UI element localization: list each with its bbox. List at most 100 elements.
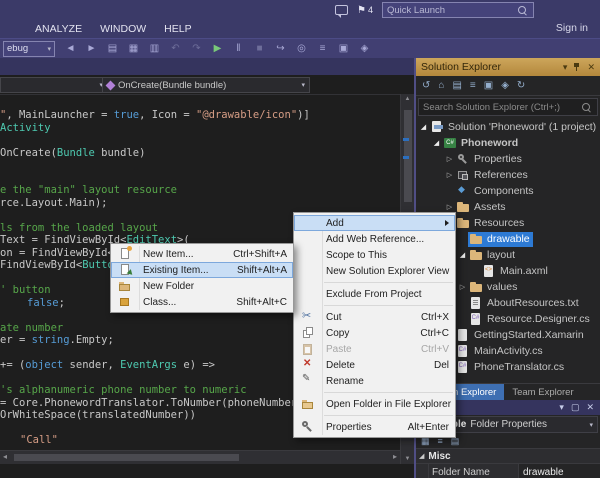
menu-item-delete[interactable]: DeleteDel (294, 357, 455, 373)
sign-in-link[interactable]: Sign in (556, 22, 588, 34)
tree-item-references[interactable]: ▷References (416, 167, 600, 183)
scroll-down-icon[interactable] (401, 456, 414, 462)
code-token: ; (59, 297, 65, 309)
collapse-all-icon[interactable]: ≡ (470, 80, 476, 91)
navigate-back-icon[interactable]: ◄ (64, 43, 77, 54)
properties-window-icon[interactable]: ▣ (337, 43, 350, 54)
cs-icon (469, 313, 483, 325)
code-token: Text = FindViewById< (0, 234, 126, 246)
window-position-icon[interactable] (563, 62, 568, 73)
stop-icon[interactable]: ■ (253, 43, 266, 54)
menu-item-open-folder-in-file-explorer[interactable]: Open Folder in File Explorer (294, 396, 455, 412)
solution-explorer-title-bar[interactable]: Solution Explorer (416, 58, 600, 76)
open-folder-icon (302, 398, 314, 410)
member-dropdown[interactable]: OnCreate(Bundle bundle) (102, 77, 310, 93)
break-all-icon[interactable]: ‖ (232, 43, 245, 54)
notifications-flag[interactable]: 4 (357, 5, 373, 16)
code-token: ls from the loaded layout (0, 222, 158, 234)
menubar-item-analyze[interactable]: ANALYZE (26, 23, 91, 35)
visual-studio-window: 4 ANALYZEWINDOWHELP Sign in ebug ◄ ► ▤ ▦ ▥ ↶ ↷… (0, 0, 600, 478)
menu-item-shortcut: Ctrl+X (407, 312, 449, 323)
menu-item-new-folder[interactable]: New Folder (111, 278, 293, 294)
tree-item-components[interactable]: Components (416, 183, 600, 199)
redo-icon[interactable]: ↷ (190, 43, 203, 54)
feedback-icon[interactable] (335, 5, 348, 15)
references-icon (456, 169, 470, 181)
preview-code-icon[interactable]: ◈ (501, 80, 509, 91)
tree-item-content: Resources (455, 216, 527, 231)
find-icon[interactable]: ◎ (295, 43, 308, 54)
extensions-icon[interactable]: ◈ (358, 43, 371, 54)
window-position-icon[interactable] (559, 402, 564, 413)
menu-item-existing-item[interactable]: Existing Item...Shift+Alt+A (111, 262, 293, 278)
properties-icon[interactable]: ▣ (484, 80, 493, 91)
menubar-item-window[interactable]: WINDOW (91, 23, 155, 35)
solution-explorer-search-input[interactable] (419, 102, 582, 113)
show-all-files-icon[interactable]: ▤ (452, 80, 461, 91)
code-token: Activity (0, 122, 51, 134)
menu-item-new-item[interactable]: New Item...Ctrl+Shift+A (111, 246, 293, 262)
menu-item-rename[interactable]: Rename (294, 373, 455, 389)
solution-explorer-icon[interactable]: ≡ (316, 43, 329, 54)
refresh-icon[interactable]: ↻ (517, 80, 525, 91)
menu-item-label: Properties (322, 422, 372, 433)
start-debug-icon[interactable]: ▶ (211, 43, 224, 54)
menu-item-add-web-reference[interactable]: Add Web Reference... (294, 231, 455, 247)
scroll-up-icon[interactable] (401, 96, 414, 102)
code-token: EventArgs (120, 359, 177, 371)
tree-item-phoneword[interactable]: ◢Phoneword (416, 135, 600, 151)
menu-item-cut[interactable]: CutCtrl+X (294, 309, 455, 325)
category-expander-icon[interactable] (419, 452, 424, 460)
tree-item-content: Phoneword (442, 136, 521, 151)
scroll-right-icon[interactable] (393, 452, 397, 461)
open-file-icon[interactable]: ▤ (106, 43, 119, 54)
code-token: Bundle (57, 147, 95, 159)
horizontal-scroll-thumb[interactable] (14, 454, 239, 461)
save-all-icon[interactable]: ▥ (148, 43, 161, 54)
step-over-icon[interactable]: ↪ (274, 43, 287, 54)
property-category-row[interactable]: Misc (416, 449, 600, 463)
menu-item-new-solution-explorer-view[interactable]: New Solution Explorer View (294, 263, 455, 279)
title-bar: 4 (0, 0, 600, 19)
code-token: string (32, 334, 70, 346)
tree-item-content: Solution 'Phoneword' (1 project) (429, 120, 599, 135)
menu-item-icon-slot (294, 375, 322, 387)
menu-item-class[interactable]: Class...Shift+Alt+C (111, 294, 293, 310)
debug-configuration-dropdown[interactable]: ebug (3, 41, 55, 57)
undo-icon[interactable]: ↶ (169, 43, 182, 54)
save-icon[interactable]: ▦ (127, 43, 140, 54)
context-menu: Add Add Web Reference...Scope to ThisNew … (293, 212, 456, 438)
property-value[interactable]: drawable (519, 464, 600, 478)
bottom-tab-team-explorer[interactable]: Team Explorer (504, 384, 581, 400)
twisty-collapsed-icon: ▷ (444, 171, 455, 179)
menu-item-label: Open Folder in File Explorer (322, 399, 451, 410)
home-icon[interactable]: ⌂ (438, 80, 444, 91)
code-token: on = FindViewById< (0, 247, 114, 259)
sync-icon[interactable]: ↺ (422, 80, 430, 91)
pin-icon[interactable] (573, 62, 581, 72)
scroll-left-icon[interactable] (3, 452, 7, 461)
menu-item-label: Add (322, 218, 344, 229)
menu-item-exclude-from-project[interactable]: Exclude From Project (294, 286, 455, 302)
tree-item-solution-phoneword-1-project[interactable]: ◢Solution 'Phoneword' (1 project) (416, 119, 600, 135)
navigate-forward-icon[interactable]: ► (85, 43, 98, 54)
search-icon (518, 6, 526, 14)
close-icon[interactable] (587, 62, 595, 73)
maximize-icon[interactable] (571, 402, 580, 413)
tree-item-content: Main.axml (481, 264, 551, 279)
editor-horizontal-scrollbar[interactable] (0, 450, 400, 464)
type-dropdown[interactable] (0, 77, 108, 93)
tree-item-properties[interactable]: ▷Properties (416, 151, 600, 167)
property-name[interactable]: Folder Name (429, 464, 519, 478)
code-line (0, 172, 400, 185)
menu-item-properties[interactable]: PropertiesAlt+Enter (294, 419, 455, 435)
property-row[interactable]: Folder Name drawable (416, 463, 600, 478)
close-icon[interactable] (586, 402, 594, 413)
menubar-item-help[interactable]: HELP (155, 23, 200, 35)
quick-launch-input[interactable] (383, 5, 518, 16)
tree-item-label: Components (474, 185, 534, 197)
menu-item-copy[interactable]: CopyCtrl+C (294, 325, 455, 341)
tree-item-label: layout (487, 249, 515, 261)
menu-item-add[interactable]: Add (294, 215, 455, 231)
menu-item-scope-to-this[interactable]: Scope to This (294, 247, 455, 263)
